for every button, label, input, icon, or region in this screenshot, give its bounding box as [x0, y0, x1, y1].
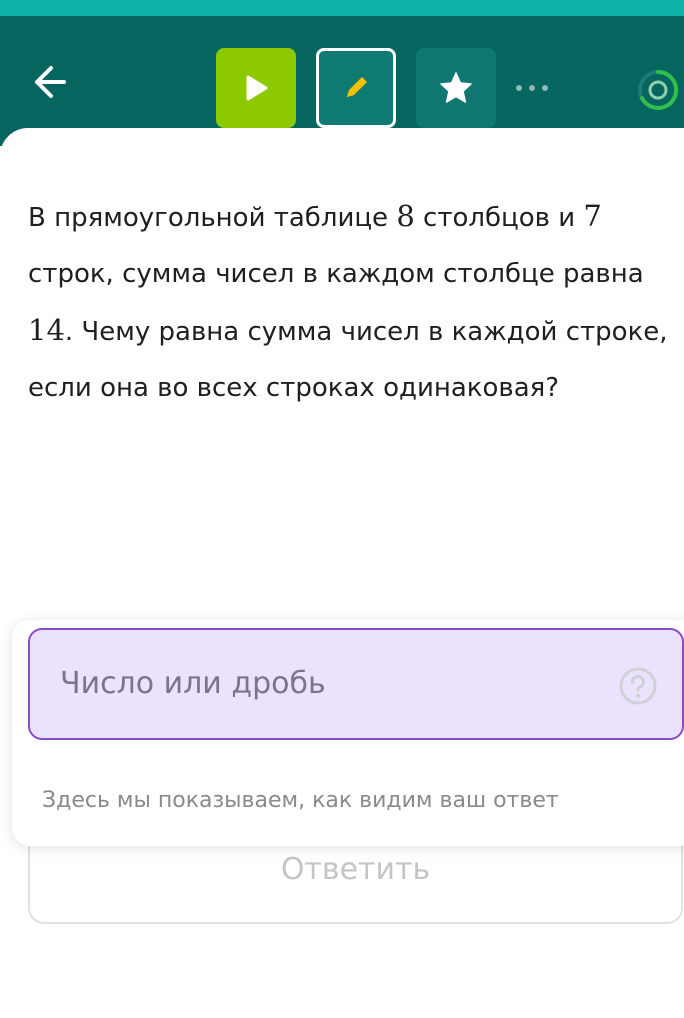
answer-input-placeholder: Число или дробь	[60, 666, 326, 701]
star-icon	[440, 72, 472, 103]
arrow-left-icon	[35, 66, 66, 98]
more-button[interactable]	[511, 76, 553, 100]
progress-indicator	[636, 68, 680, 112]
submit-answer-label: Ответить	[280, 852, 431, 887]
back-button[interactable]	[24, 54, 80, 110]
play-button[interactable]	[216, 48, 296, 128]
answer-preview-hint: Здесь мы показываем, как видим ваш ответ	[42, 788, 559, 813]
toolbar	[0, 16, 684, 146]
columns-count: 8	[396, 199, 415, 233]
problem-text-part: строк, сумма чисел в каждом столбце равн…	[28, 259, 644, 289]
play-icon	[246, 75, 268, 101]
favorite-button[interactable]	[416, 48, 496, 128]
problem-text: В прямоугольной таблице 8 столбцов и 7 с…	[28, 188, 668, 416]
problem-text-part: . Чему равна сумма чисел в каждой строке…	[28, 317, 668, 403]
edit-button[interactable]	[316, 48, 396, 128]
top-accent-strip	[0, 0, 684, 16]
problem-text-part: В прямоугольной таблице	[28, 203, 397, 233]
question-circle-icon[interactable]	[618, 666, 658, 706]
answer-input[interactable]: Число или дробь	[28, 628, 684, 740]
pencil-icon	[347, 77, 367, 97]
progress-ring-icon	[638, 69, 679, 110]
problem-text-part: столбцов и	[414, 203, 584, 233]
column-sum-value: 14	[28, 313, 65, 347]
more-dots-icon	[516, 85, 548, 91]
rows-count: 7	[583, 199, 602, 233]
